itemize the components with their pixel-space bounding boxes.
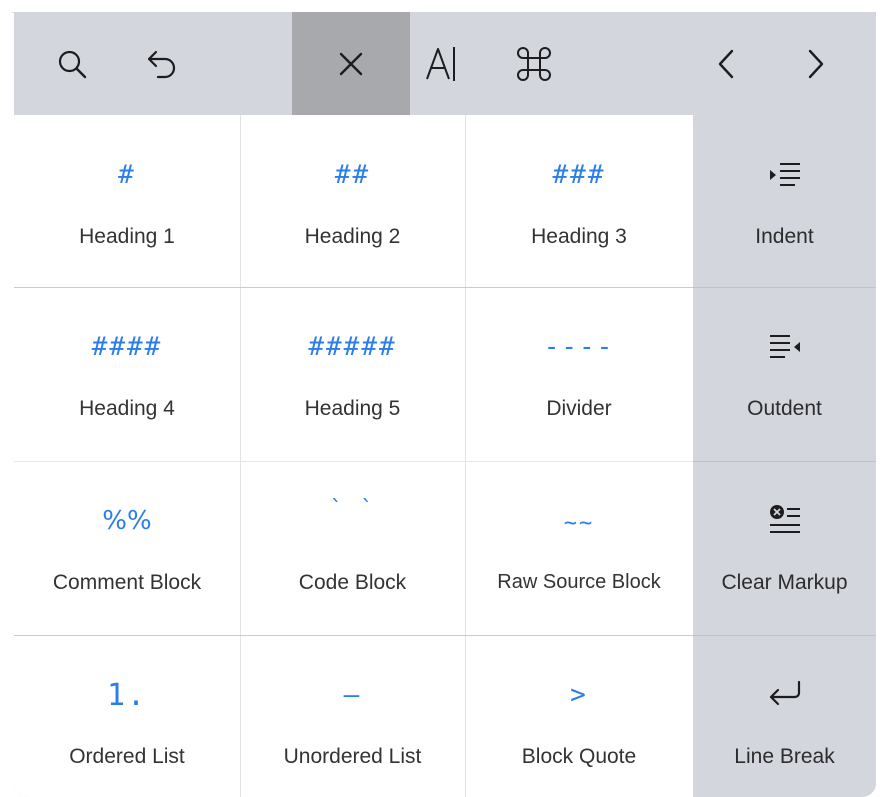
outdent-icon-wrap [693, 303, 876, 391]
heading-4-label: Heading 4 [79, 397, 175, 420]
indent-label: Indent [755, 225, 814, 248]
command-button[interactable] [494, 12, 574, 115]
heading-4-symbol: #### [91, 332, 163, 362]
indent-icon [769, 163, 800, 186]
raw-source-block-label: Raw Source Block [497, 571, 661, 593]
raw-source-block-key[interactable]: ~~ Raw Source Block [465, 461, 693, 635]
grid-divider [465, 115, 466, 797]
grid-divider [693, 461, 876, 462]
block-quote-label: Block Quote [521, 745, 637, 768]
heading-2-key[interactable]: ## Heading 2 [240, 115, 465, 287]
divider-key[interactable]: ---- Divider [465, 287, 693, 461]
chevron-left-icon [718, 49, 734, 78]
keyboard-accessory-frame: # Heading 1 ## Heading 2 ### Heading 3 I… [0, 0, 884, 797]
previous-button[interactable] [696, 12, 756, 115]
grid-divider [14, 461, 693, 462]
ordered-list-symbol: 1. [106, 677, 148, 713]
heading-5-symbol: ##### [308, 332, 397, 362]
chevron-right-icon [808, 49, 824, 78]
clear-markup-key[interactable]: Clear Markup [693, 461, 876, 635]
indent-icon-wrap [693, 131, 876, 219]
close-icon [339, 52, 363, 75]
search-icon [58, 50, 87, 78]
raw-source-block-symbol: ~~ [563, 510, 595, 536]
text-format-button[interactable] [416, 12, 466, 115]
heading-1-symbol: # [118, 160, 136, 190]
heading-1-label: Heading 1 [79, 225, 175, 248]
outdent-icon [769, 335, 800, 358]
heading-5-key[interactable]: ##### Heading 5 [240, 287, 465, 461]
grid-divider [240, 115, 241, 797]
text-cursor-icon [426, 46, 455, 81]
dismiss-button[interactable] [292, 12, 410, 115]
heading-3-label: Heading 3 [531, 225, 627, 248]
code-block-key[interactable]: ` ` Code Block [240, 461, 465, 635]
clear-markup-label: Clear Markup [721, 571, 848, 594]
clear-markup-icon-wrap [693, 477, 876, 565]
block-quote-symbol: > [570, 680, 588, 710]
unordered-list-symbol: – [343, 680, 362, 710]
markdown-keyboard-panel: # Heading 1 ## Heading 2 ### Heading 3 I… [14, 12, 876, 797]
line-break-key[interactable]: Line Break [693, 635, 876, 797]
unordered-list-key[interactable]: – Unordered List [240, 635, 465, 797]
block-quote-key[interactable]: > Block Quote [465, 635, 693, 797]
line-break-icon-wrap [693, 651, 876, 739]
line-break-label: Line Break [734, 745, 835, 768]
outdent-label: Outdent [747, 397, 822, 420]
grid-divider [693, 287, 876, 288]
divider-symbol: ---- [543, 332, 615, 362]
markup-grid: # Heading 1 ## Heading 2 ### Heading 3 I… [14, 115, 876, 797]
comment-block-symbol: %% [102, 506, 152, 536]
heading-3-symbol: ### [552, 160, 606, 190]
heading-5-label: Heading 5 [304, 397, 401, 420]
unordered-list-label: Unordered List [283, 745, 422, 768]
toolbar [14, 12, 876, 115]
ordered-list-label: Ordered List [69, 745, 185, 768]
grid-divider [693, 635, 876, 636]
grid-divider [14, 635, 693, 636]
code-block-symbol: ` ` [329, 496, 376, 522]
return-arrow-icon [769, 680, 800, 706]
heading-2-symbol: ## [334, 160, 371, 190]
indent-key[interactable]: Indent [693, 115, 876, 287]
outdent-key[interactable]: Outdent [693, 287, 876, 461]
ordered-list-key[interactable]: 1. Ordered List [14, 635, 240, 797]
clear-markup-icon [769, 505, 800, 533]
heading-1-key[interactable]: # Heading 1 [14, 115, 240, 287]
heading-2-label: Heading 2 [304, 225, 401, 248]
heading-3-key[interactable]: ### Heading 3 [465, 115, 693, 287]
divider-label: Divider [546, 397, 612, 420]
comment-block-key[interactable]: %% Comment Block [14, 461, 240, 635]
command-icon [517, 46, 551, 81]
next-button[interactable] [786, 12, 846, 115]
code-block-label: Code Block [298, 571, 407, 594]
undo-icon [147, 50, 176, 78]
comment-block-label: Comment Block [52, 571, 202, 594]
grid-divider [14, 287, 693, 288]
heading-4-key[interactable]: #### Heading 4 [14, 287, 240, 461]
search-button[interactable] [42, 12, 102, 115]
undo-button[interactable] [132, 12, 192, 115]
